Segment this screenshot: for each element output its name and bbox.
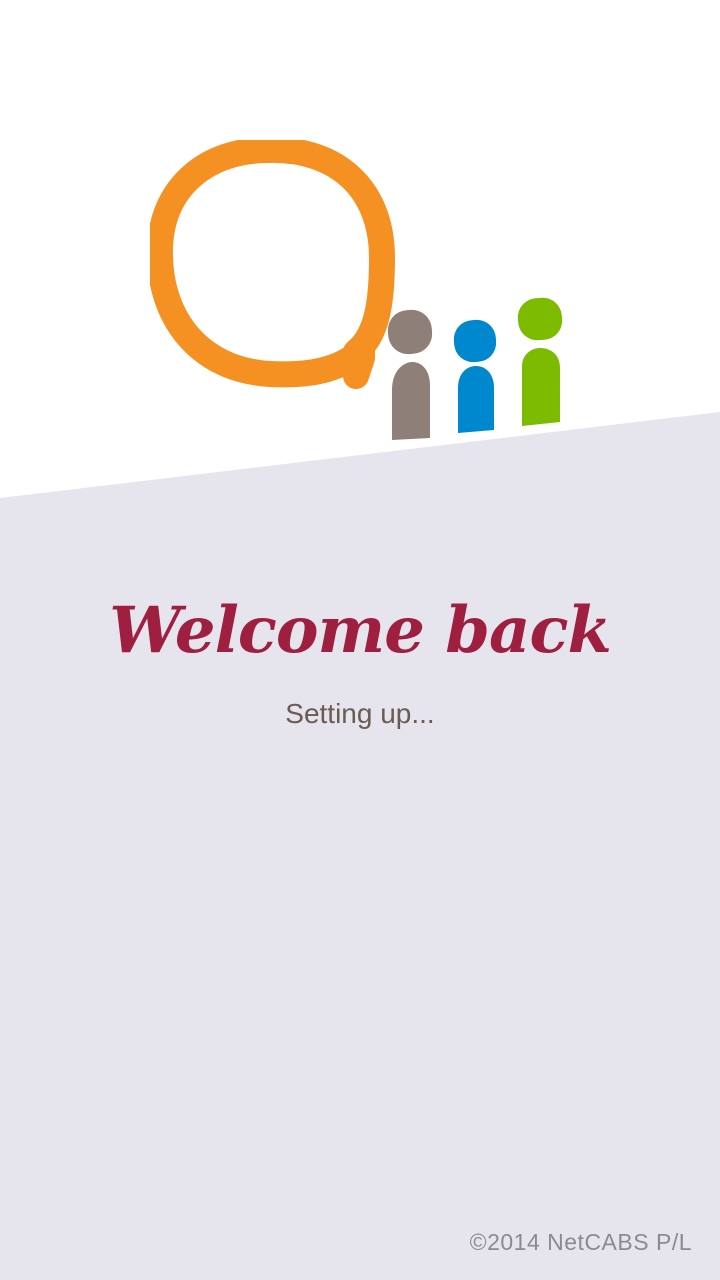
welcome-title: Welcome back <box>109 593 612 668</box>
setup-status-text: Setting up... <box>285 698 435 729</box>
copyright-notice: ©2014 NetCABS P/L <box>469 1229 692 1255</box>
splash-screen: Welcome back Setting up... ©2014 NetCABS… <box>0 0 720 1280</box>
app-logo-icon <box>150 140 563 440</box>
